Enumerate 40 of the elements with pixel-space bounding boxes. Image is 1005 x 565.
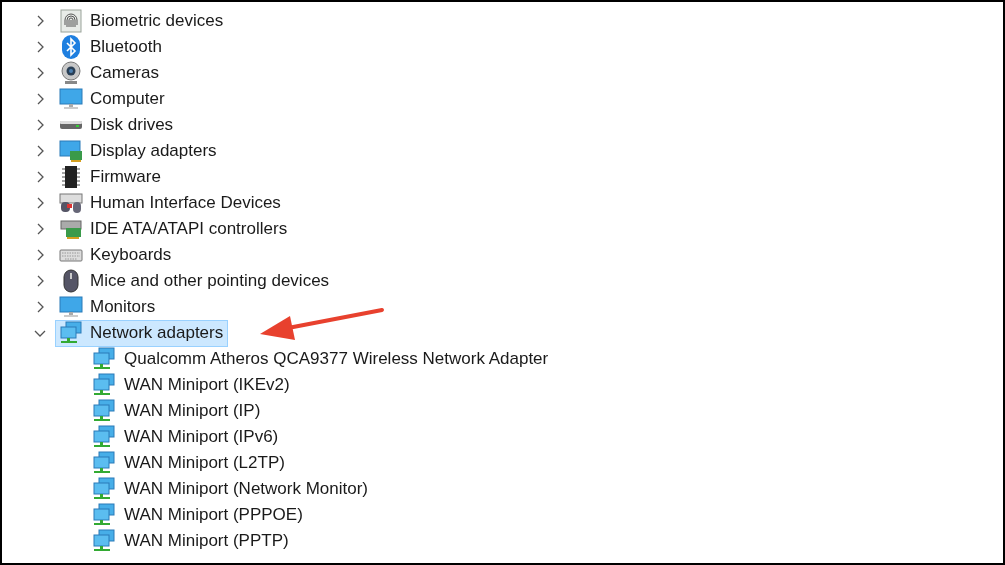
controller-card-icon: [59, 217, 83, 241]
tree-item[interactable]: WAN Miniport (PPPOE): [88, 501, 308, 529]
tree-item[interactable]: Firmware: [55, 163, 166, 191]
tree-item[interactable]: Display adapters: [55, 137, 222, 165]
network-adapter-icon: [92, 373, 116, 397]
tree-item[interactable]: WAN Miniport (PPTP): [88, 527, 294, 555]
network-adapter-icon: [92, 451, 116, 475]
fingerprint-icon: [59, 9, 83, 33]
tree-item[interactable]: Mice and other pointing devices: [55, 267, 335, 295]
tree-item[interactable]: Cameras: [55, 59, 164, 87]
network-adapter-icon: [92, 347, 116, 371]
network-adapter-icon: [59, 321, 83, 345]
tree-item[interactable]: Disk drives: [55, 111, 179, 139]
network-adapter-icon: [92, 477, 116, 501]
tree-item[interactable]: Bluetooth: [55, 33, 167, 61]
tree-item[interactable]: WAN Miniport (L2TP): [88, 449, 290, 477]
tree-item[interactable]: WAN Miniport (IP): [88, 397, 266, 425]
network-adapter-icon: [92, 425, 116, 449]
tree-item[interactable]: Computer: [55, 85, 170, 113]
tree-item[interactable]: WAN Miniport (IPv6): [88, 423, 284, 451]
tree-item[interactable]: Human Interface Devices: [55, 189, 286, 217]
bluetooth-icon: [59, 35, 83, 59]
disk-drive-icon: [59, 120, 83, 130]
chip-icon: [59, 165, 83, 189]
tree-item[interactable]: Network adapters: [55, 319, 229, 347]
tree-item[interactable]: Monitors: [55, 293, 161, 321]
tree-item[interactable]: WAN Miniport (Network Monitor): [88, 475, 374, 503]
display-card-icon: [59, 139, 83, 163]
tree-item[interactable]: Qualcomm Atheros QCA9377 Wireless Network Adapter: [88, 345, 554, 373]
tree-item[interactable]: Biometric devices: [55, 7, 229, 35]
monitor-icon: [59, 295, 83, 319]
webcam-icon: [59, 61, 83, 85]
monitor-icon: [59, 87, 83, 111]
network-adapter-icon: [92, 399, 116, 423]
tree-item[interactable]: IDE ATA/ATAPI controllers: [55, 215, 293, 243]
tree-item[interactable]: WAN Miniport (IKEv2): [88, 371, 295, 399]
keyboard-mouse-icon: [59, 191, 83, 215]
network-adapter-icon: [92, 503, 116, 527]
tree-item[interactable]: Keyboards: [55, 241, 177, 269]
network-adapter-icon: [92, 529, 116, 553]
